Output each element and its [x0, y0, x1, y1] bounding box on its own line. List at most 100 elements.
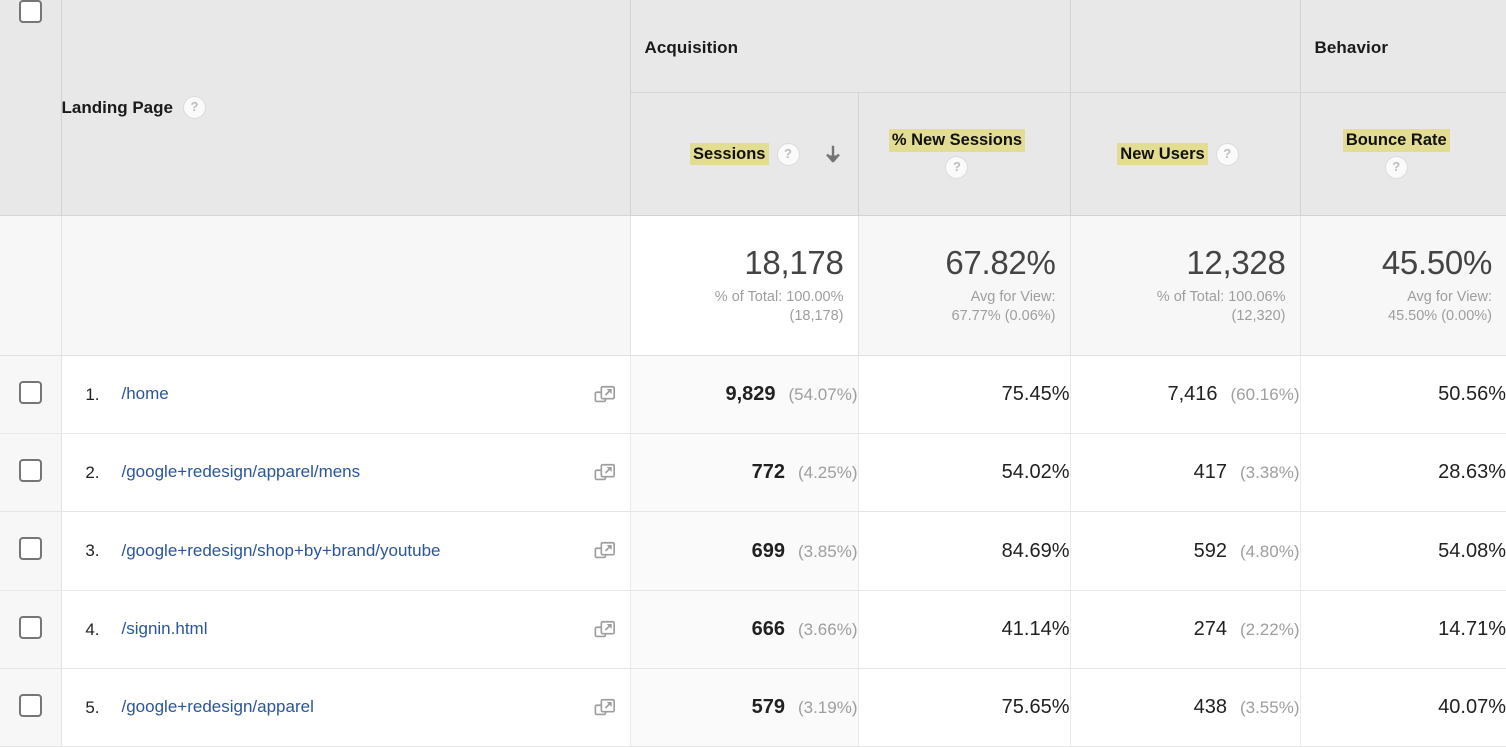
- row-cell-sessions: 666(3.66%): [630, 591, 858, 669]
- row-value-bounce-rate: 14.71%: [1438, 618, 1506, 640]
- row-pct-sessions: (3.66%): [798, 620, 858, 639]
- table-row: 3. /google+redesign/shop+by+brand/youtub…: [0, 512, 1506, 591]
- row-cell-new-sessions: 41.14%: [858, 591, 1070, 669]
- group-label-behavior: Behavior: [1301, 0, 1506, 60]
- row-value-new-sessions: 75.45%: [1002, 383, 1070, 405]
- open-in-new-window-icon[interactable]: [594, 619, 616, 641]
- select-all-cell: [0, 0, 61, 216]
- row-value-sessions: 9,829: [725, 383, 775, 405]
- summary-checkbox-cell: [0, 216, 61, 356]
- row-value-new-users: 274: [1194, 618, 1227, 640]
- help-circle-icon[interactable]: ?: [777, 143, 800, 166]
- row-pct-new-users: (3.38%): [1240, 463, 1300, 482]
- row-pct-new-users: (3.55%): [1240, 698, 1300, 717]
- column-header-new-sessions-label: % New Sessions: [889, 129, 1025, 152]
- landing-page-link[interactable]: /google+redesign/apparel: [122, 695, 584, 719]
- row-cell-new-sessions: 75.65%: [858, 669, 1070, 747]
- row-value-new-users: 7,416: [1167, 383, 1217, 405]
- column-header-new-users-label: New Users: [1117, 143, 1207, 166]
- row-value-bounce-rate: 54.08%: [1438, 540, 1506, 562]
- row-value-sessions: 579: [752, 696, 785, 718]
- row-checkbox-cell: [0, 669, 61, 747]
- open-in-new-window-icon[interactable]: [594, 697, 616, 719]
- open-in-new-window-icon[interactable]: [594, 540, 616, 562]
- row-cell-new-users: 438 (3.55%): [1070, 669, 1300, 747]
- row-pct-new-users: (2.22%): [1240, 620, 1300, 639]
- summary-sub-sessions-line1: % of Total: 100.00%: [643, 288, 844, 307]
- row-value-bounce-rate: 50.56%: [1438, 383, 1506, 405]
- open-in-new-window-icon[interactable]: [594, 384, 616, 406]
- select-all-checkbox[interactable]: [19, 0, 42, 23]
- help-circle-icon[interactable]: ?: [945, 156, 968, 179]
- summary-row: 18,178 % of Total: 100.00% (18,178) 67.8…: [0, 216, 1506, 356]
- row-pct-sessions: (3.85%): [798, 542, 858, 561]
- column-header-new-users[interactable]: New Users ?: [1070, 93, 1300, 216]
- summary-value-new-users: 12,328: [1083, 245, 1286, 281]
- row-value-new-users: 417: [1194, 461, 1227, 483]
- row-value-new-sessions: 54.02%: [1002, 461, 1070, 483]
- row-pct-sessions: (3.19%): [798, 698, 858, 717]
- column-header-sessions-label: Sessions: [690, 143, 768, 166]
- row-landing-page-cell: 2. /google+redesign/apparel/mens: [61, 434, 630, 512]
- landing-page-link[interactable]: /home: [122, 382, 584, 406]
- row-value-bounce-rate: 40.07%: [1438, 696, 1506, 718]
- row-cell-bounce-rate: 54.08%: [1300, 512, 1506, 591]
- landing-page-link[interactable]: /signin.html: [122, 617, 584, 641]
- row-cell-bounce-rate: 50.56%: [1300, 356, 1506, 434]
- help-circle-icon[interactable]: ?: [1385, 156, 1408, 179]
- row-index: 1.: [62, 385, 122, 405]
- row-index: 4.: [62, 620, 122, 640]
- summary-sub-new-users-line1: % of Total: 100.06%: [1083, 288, 1286, 307]
- row-checkbox-cell: [0, 434, 61, 512]
- landing-page-link[interactable]: /google+redesign/apparel/mens: [122, 460, 584, 484]
- row-cell-new-users: 7,416 (60.16%): [1070, 356, 1300, 434]
- row-index: 3.: [62, 541, 122, 561]
- landing-page-link[interactable]: /google+redesign/shop+by+brand/youtube: [122, 539, 584, 563]
- group-header-acquisition: Acquisition: [630, 0, 1070, 93]
- open-in-new-window-icon[interactable]: [594, 462, 616, 484]
- column-header-sessions[interactable]: Sessions ?: [630, 93, 858, 216]
- summary-cell-new-sessions: 67.82% Avg for View: 67.77% (0.06%): [858, 216, 1070, 356]
- row-checkbox[interactable]: [19, 459, 42, 482]
- row-checkbox[interactable]: [19, 694, 42, 717]
- row-value-new-sessions: 84.69%: [1002, 540, 1070, 562]
- help-circle-icon[interactable]: ?: [1216, 143, 1239, 166]
- row-checkbox[interactable]: [19, 537, 42, 560]
- row-value-new-users: 438: [1194, 696, 1227, 718]
- row-landing-page-cell: 5. /google+redesign/apparel: [61, 669, 630, 747]
- group-header-spacer: [1070, 0, 1300, 93]
- summary-sub-bounce-rate-line1: Avg for View:: [1313, 288, 1493, 307]
- summary-sub-sessions-line2: (18,178): [643, 307, 844, 326]
- row-pct-new-users: (60.16%): [1231, 385, 1300, 404]
- table-row: 4. /signin.html 666(3.66%) 41.14% 274 (2.…: [0, 591, 1506, 669]
- row-value-new-sessions: 41.14%: [1002, 618, 1070, 640]
- summary-sub-bounce-rate-line2: 45.50% (0.00%): [1313, 307, 1493, 326]
- summary-sub-new-users-line2: (12,320): [1083, 307, 1286, 326]
- group-label-acquisition: Acquisition: [631, 0, 1070, 60]
- table-row: 5. /google+redesign/apparel 579 (3.19%) 7…: [0, 669, 1506, 747]
- help-circle-icon[interactable]: ?: [183, 96, 206, 119]
- landing-page-column-header[interactable]: Landing Page ?: [61, 0, 630, 216]
- row-index: 5.: [62, 698, 122, 718]
- row-value-new-sessions: 75.65%: [1002, 696, 1070, 718]
- row-index: 2.: [62, 463, 122, 483]
- row-checkbox-cell: [0, 512, 61, 591]
- row-cell-new-sessions: 84.69%: [858, 512, 1070, 591]
- row-cell-bounce-rate: 28.63%: [1300, 434, 1506, 512]
- arrow-down-icon[interactable]: [822, 143, 844, 165]
- summary-cell-bounce-rate: 45.50% Avg for View: 45.50% (0.00%): [1300, 216, 1506, 356]
- summary-dimension-cell: [61, 216, 630, 356]
- table-row: 2. /google+redesign/apparel/mens 772(4.2…: [0, 434, 1506, 512]
- column-header-new-sessions[interactable]: % New Sessions ?: [858, 93, 1070, 216]
- row-value-new-users: 592: [1194, 540, 1227, 562]
- row-checkbox[interactable]: [19, 381, 42, 404]
- landing-page-header-label: Landing Page: [62, 98, 173, 118]
- column-group-header-row: Landing Page ? Acquisition Behavior: [0, 0, 1506, 93]
- column-header-bounce-rate[interactable]: Bounce Rate ?: [1300, 93, 1506, 216]
- row-checkbox[interactable]: [19, 616, 42, 639]
- row-cell-new-sessions: 75.45%: [858, 356, 1070, 434]
- summary-sub-new-sessions-line1: Avg for View:: [871, 288, 1056, 307]
- row-pct-new-users: (4.80%): [1240, 542, 1300, 561]
- row-checkbox-cell: [0, 591, 61, 669]
- summary-cell-sessions: 18,178 % of Total: 100.00% (18,178): [630, 216, 858, 356]
